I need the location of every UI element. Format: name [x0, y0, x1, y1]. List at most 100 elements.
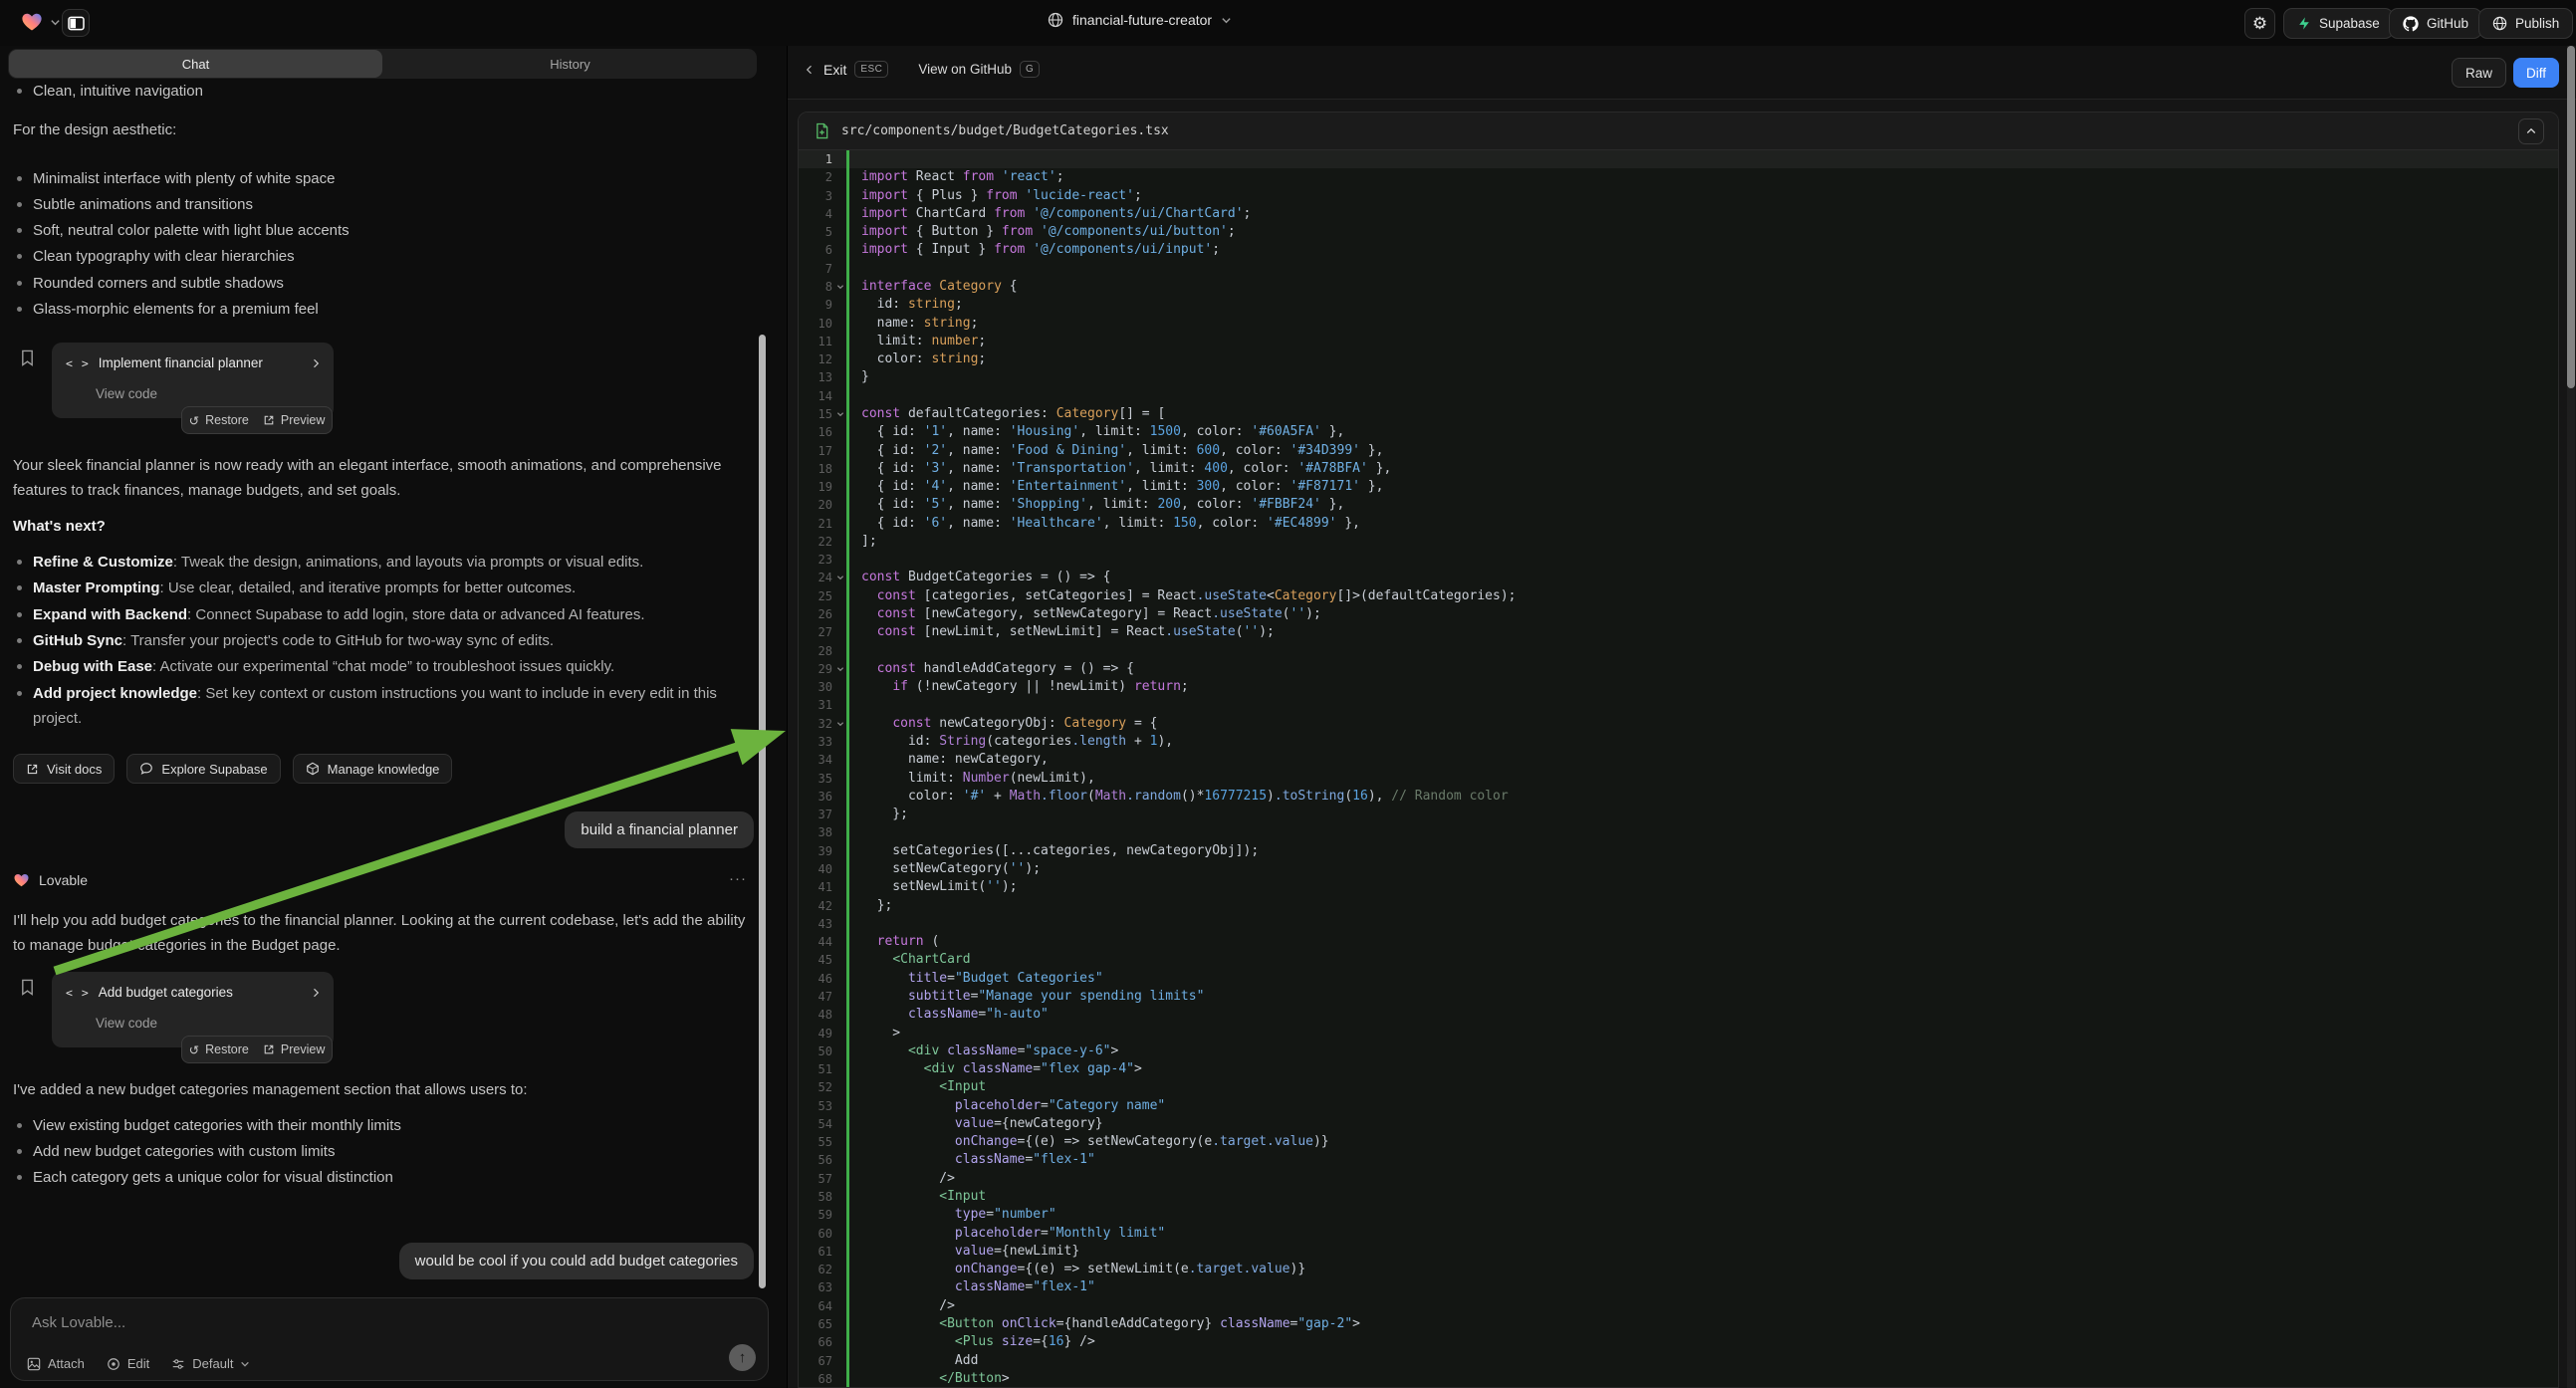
line-number: 65 [799, 1315, 846, 1333]
github-button[interactable]: GitHub [2389, 8, 2482, 39]
line-number: 46 [799, 970, 846, 988]
restore-button[interactable]: ↺ Restore [189, 413, 249, 428]
gear-icon: ⚙ [2252, 14, 2267, 34]
code-line: 16 { id: '1', name: 'Housing', limit: 15… [799, 423, 2558, 441]
view-on-github-link[interactable]: View on GitHub [918, 62, 1012, 77]
attach-button[interactable]: Attach [27, 1356, 85, 1371]
chat-input-placeholder[interactable]: Ask Lovable... [32, 1314, 125, 1331]
code-text [846, 823, 2558, 841]
code-text: value={newLimit} [846, 1243, 2558, 1261]
code-text: > [846, 1025, 2558, 1042]
code-line: 58 <Input [799, 1188, 2558, 1206]
user-message-bubble: would be cool if you could add budget ca… [399, 1243, 754, 1279]
line-number: 38 [799, 823, 846, 841]
supabase-button[interactable]: Supabase [2283, 8, 2394, 39]
settings-button[interactable]: ⚙ [2244, 8, 2275, 39]
diff-toggle-button[interactable]: Diff [2513, 58, 2559, 88]
design-intro-text: For the design aesthetic: [13, 117, 176, 142]
whats-next-item: Add project knowledge: Set key context o… [0, 681, 739, 731]
fold-chevron-icon[interactable] [836, 283, 844, 291]
bullet-item: Clean typography with clear hierarchies [0, 247, 737, 266]
publish-button[interactable]: Publish [2478, 8, 2573, 39]
chat-input-box[interactable]: Ask Lovable... Attach Edit Default [10, 1297, 769, 1381]
code-line: 22]; [799, 533, 2558, 551]
chevron-up-icon [2525, 125, 2537, 137]
fold-chevron-icon[interactable] [836, 410, 844, 418]
panel-layout-icon [68, 16, 85, 31]
line-number: 31 [799, 696, 846, 714]
code-text: }; [846, 897, 2558, 915]
code-text: } [846, 368, 2558, 386]
code-text: import ChartCard from '@/components/ui/C… [846, 205, 2558, 223]
code-view-header: Exit ESC View on GitHub G Raw Diff [788, 46, 2576, 100]
bullet-item: Each category gets a unique color for vi… [0, 1168, 737, 1187]
code-line: 64 /> [799, 1297, 2558, 1315]
code-lines[interactable]: 12import React from 'react';3import { Pl… [799, 150, 2558, 1387]
line-number: 64 [799, 1297, 846, 1315]
lovable-logo-heart-icon[interactable] [20, 11, 44, 33]
visit-docs-button[interactable]: Visit docs [13, 754, 115, 784]
message-more-button[interactable]: ··· [729, 870, 747, 887]
tab-chat[interactable]: Chat [9, 50, 382, 78]
project-switcher[interactable]: financial-future-creator [1048, 12, 1232, 28]
chevron-right-icon [310, 357, 322, 369]
code-line: 39 setCategories([...categories, newCate… [799, 842, 2558, 860]
tab-history[interactable]: History [383, 49, 757, 79]
preview-button[interactable]: Preview [263, 413, 325, 427]
code-text: setNewCategory(''); [846, 860, 2558, 878]
explore-supabase-button[interactable]: Explore Supabase [126, 754, 280, 784]
file-added-icon [815, 122, 829, 139]
line-number: 66 [799, 1333, 846, 1351]
view-code-link[interactable]: View code [96, 386, 157, 401]
logo-chevron-down-icon[interactable] [50, 17, 61, 28]
edit-button[interactable]: Edit [107, 1356, 149, 1371]
bullet-item: Clean, intuitive navigation [0, 82, 737, 101]
fold-chevron-icon[interactable] [836, 665, 844, 673]
bookmark-icon[interactable] [20, 349, 35, 366]
bookmark-icon[interactable] [20, 979, 35, 996]
line-number: 67 [799, 1352, 846, 1370]
code-line: 67 Add [799, 1352, 2558, 1370]
chat-bubble-icon [139, 762, 153, 776]
line-number: 57 [799, 1170, 846, 1188]
line-number: 18 [799, 460, 846, 478]
code-line: 42 }; [799, 897, 2558, 915]
collapse-file-button[interactable] [2518, 118, 2544, 144]
whats-next-item: Debug with Ease: Activate our experiment… [0, 654, 739, 679]
code-line: 66 <Plus size={16} /> [799, 1333, 2558, 1351]
whats-next-item: GitHub Sync: Transfer your project's cod… [0, 628, 739, 653]
diff-file-header[interactable]: src/components/budget/BudgetCategories.t… [799, 113, 2558, 150]
restore-button[interactable]: ↺ Restore [189, 1042, 249, 1057]
chat-panel: Chat History Clean, intuitive navigation… [0, 46, 787, 1388]
code-line: 44 return ( [799, 933, 2558, 951]
chat-scrollbar-thumb[interactable] [759, 335, 766, 1288]
sidebar-toggle-button[interactable] [62, 9, 90, 37]
chevron-down-icon [240, 1359, 250, 1369]
line-number: 62 [799, 1261, 846, 1278]
version-card-title: Add budget categories [99, 985, 301, 1000]
project-chevron-down-icon [1221, 15, 1232, 26]
code-text: <Plus size={16} /> [846, 1333, 2558, 1351]
manage-knowledge-button[interactable]: Manage knowledge [293, 754, 453, 784]
view-code-link[interactable]: View code [96, 1016, 157, 1031]
code-line: 48 className="h-auto" [799, 1006, 2558, 1024]
code-text: <Input [846, 1188, 2558, 1206]
code-line: 3import { Plus } from 'lucide-react'; [799, 187, 2558, 205]
assistant-help-text: I'll help you add budget categories to t… [13, 908, 750, 958]
fold-chevron-icon[interactable] [836, 720, 844, 728]
exit-button[interactable]: Exit [823, 62, 846, 78]
code-text: /> [846, 1170, 2558, 1188]
send-button[interactable]: ↑ [729, 1344, 756, 1371]
code-text: const handleAddCategory = () => { [846, 660, 2558, 678]
window-scrollbar-thumb[interactable] [2567, 46, 2575, 388]
code-line: 6import { Input } from '@/components/ui/… [799, 241, 2558, 259]
code-line: 27 const [newLimit, setNewLimit] = React… [799, 623, 2558, 641]
code-line: 34 name: newCategory, [799, 751, 2558, 769]
fold-chevron-icon[interactable] [836, 574, 844, 581]
bullet-item: Add new budget categories with custom li… [0, 1142, 737, 1161]
raw-toggle-button[interactable]: Raw [2452, 58, 2506, 88]
line-number: 25 [799, 587, 846, 605]
preview-button[interactable]: Preview [263, 1042, 325, 1056]
model-selector[interactable]: Default [171, 1356, 250, 1371]
code-line: 52 <Input [799, 1078, 2558, 1096]
